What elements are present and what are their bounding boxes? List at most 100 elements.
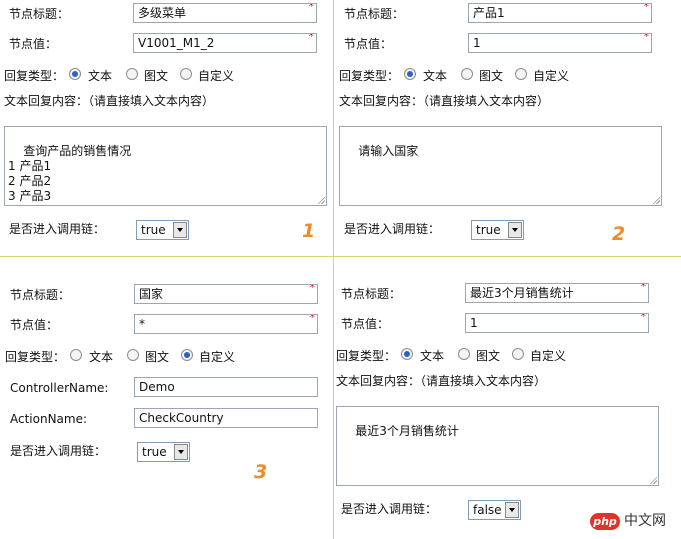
radio-custom[interactable] (512, 348, 524, 360)
radio-custom-label: 自定义 (198, 69, 235, 83)
chain-select-value: true (476, 223, 501, 237)
radio-custom-label: 自定义 (199, 350, 236, 364)
vertical-divider (333, 0, 334, 539)
watermark-text: 中文网 (624, 513, 666, 529)
radio-image-text-label: 图文 (476, 349, 501, 363)
radio-image-text[interactable] (127, 349, 139, 361)
text-content-textarea[interactable]: 请输入国家 (339, 126, 662, 206)
chain-select[interactable]: true (471, 220, 524, 240)
resize-grip-icon[interactable] (649, 476, 657, 484)
text-content-label: 文本回复内容：（请直接填入文本内容） (339, 94, 550, 108)
radio-custom-label: 自定义 (533, 69, 570, 83)
radio-image-text[interactable] (126, 68, 138, 80)
radio-image-text-label: 图文 (144, 69, 169, 83)
title-label: 节点标题： (341, 287, 402, 301)
required-mark: * (309, 314, 316, 324)
chain-select[interactable]: true (137, 442, 190, 462)
required-mark: * (640, 313, 647, 323)
reply-type-label: 回复类型： (339, 69, 400, 83)
title-value: 产品1 (473, 6, 505, 20)
controller-name-label: ControllerName: (10, 381, 109, 395)
horizontal-divider (0, 256, 681, 257)
required-mark: * (643, 3, 650, 13)
radio-text-label: 文本 (89, 350, 114, 364)
required-mark: * (308, 33, 315, 43)
required-mark: * (308, 3, 315, 13)
chevron-down-icon[interactable] (508, 222, 522, 238)
resize-grip-icon[interactable] (317, 196, 325, 204)
title-value: 国家 (139, 287, 164, 301)
value-label: 节点值： (10, 318, 59, 332)
required-mark: * (643, 33, 650, 43)
radio-image-text[interactable] (458, 348, 470, 360)
radio-text[interactable] (70, 349, 82, 361)
reply-type-label: 回复类型： (4, 69, 65, 83)
chain-select[interactable]: false (468, 500, 521, 520)
text-content-label: 文本回复内容：（请直接填入文本内容） (4, 94, 215, 108)
text-content-textarea[interactable]: 查询产品的销售情况 1 产品1 2 产品2 3 产品3 (4, 126, 327, 206)
required-mark: * (640, 283, 647, 293)
radio-image-text-label: 图文 (479, 69, 504, 83)
chain-select-value: true (141, 223, 166, 237)
text-content-textarea[interactable]: 最近3个月销售统计 (336, 406, 659, 486)
value-label: 节点值： (9, 37, 58, 51)
chain-label: 是否进入调用链： (10, 444, 107, 458)
textarea-content: 最近3个月销售统计 (355, 424, 459, 438)
controller-name-input[interactable]: Demo (134, 377, 318, 397)
php-cn-watermark: php 中文网 (590, 511, 678, 533)
title-input[interactable]: 最近3个月销售统计 * (465, 283, 649, 303)
title-value: 最近3个月销售统计 (470, 286, 574, 300)
title-label: 节点标题： (9, 7, 70, 21)
chain-label: 是否进入调用链： (341, 502, 438, 516)
title-input[interactable]: 国家 * (134, 284, 318, 304)
chain-select-value: false (473, 503, 502, 517)
title-input[interactable]: 产品1 * (468, 3, 652, 23)
value-label: 节点值： (344, 37, 393, 51)
textarea-content: 查询产品的销售情况 1 产品1 2 产品2 3 产品3 (8, 144, 132, 203)
value-text: V1001_M1_2 (138, 36, 215, 50)
php-logo: php (590, 513, 620, 530)
value-text: 1 (470, 316, 478, 330)
value-label: 节点值： (341, 317, 390, 331)
radio-custom[interactable] (515, 68, 527, 80)
radio-text-label: 文本 (88, 69, 113, 83)
chain-label: 是否进入调用链： (344, 222, 441, 236)
controller-name-value: Demo (139, 380, 175, 394)
chain-label: 是否进入调用链： (9, 222, 106, 236)
chevron-down-icon[interactable] (505, 502, 519, 518)
reply-type-label: 回复类型： (5, 350, 66, 364)
panel-index-number: 3 (254, 461, 268, 483)
title-label: 节点标题： (10, 288, 71, 302)
resize-grip-icon[interactable] (652, 196, 660, 204)
value-input[interactable]: 1 * (465, 313, 649, 333)
required-mark: * (309, 284, 316, 294)
value-input[interactable]: 1 * (468, 33, 652, 53)
chain-select-value: true (142, 445, 167, 459)
text-content-label: 文本回复内容：（请直接填入文本内容） (336, 374, 547, 388)
chevron-down-icon[interactable] (174, 444, 188, 460)
radio-text-label: 文本 (420, 349, 445, 363)
radio-text-label: 文本 (423, 69, 448, 83)
title-input[interactable]: 多级菜单 * (133, 3, 317, 23)
chevron-down-icon[interactable] (173, 222, 187, 238)
chain-select[interactable]: true (136, 220, 189, 240)
reply-type-label: 回复类型： (336, 349, 397, 363)
radio-text[interactable] (401, 348, 413, 360)
radio-image-text[interactable] (461, 68, 473, 80)
textarea-content: 请输入国家 (358, 144, 419, 158)
action-name-input[interactable]: CheckCountry (134, 408, 318, 428)
value-text: * (139, 317, 145, 331)
title-label: 节点标题： (344, 7, 405, 21)
radio-custom-label: 自定义 (530, 349, 567, 363)
radio-custom[interactable] (180, 68, 192, 80)
title-value: 多级菜单 (138, 6, 187, 20)
action-name-label: ActionName: (10, 412, 88, 426)
value-input[interactable]: V1001_M1_2 * (133, 33, 317, 53)
radio-custom[interactable] (181, 349, 193, 361)
value-text: 1 (473, 36, 481, 50)
radio-text[interactable] (69, 68, 81, 80)
action-name-value: CheckCountry (139, 411, 224, 425)
panel-index-number: 1 (302, 220, 316, 242)
value-input[interactable]: * * (134, 314, 318, 334)
radio-text[interactable] (404, 68, 416, 80)
